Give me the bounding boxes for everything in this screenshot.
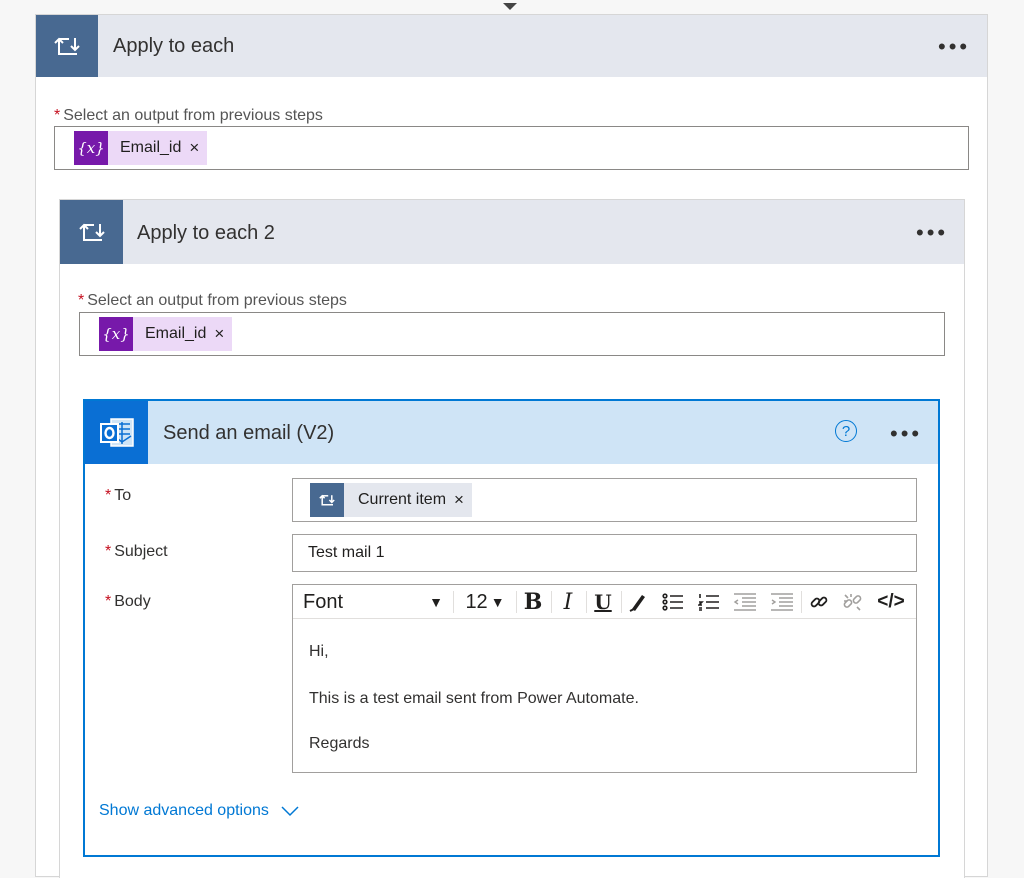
more-options-button[interactable]: ••• [916, 222, 948, 244]
outlook-icon [85, 401, 148, 464]
remove-token-button[interactable]: × [189, 138, 207, 158]
chevron-down-icon [281, 806, 299, 817]
increase-indent-icon[interactable] [768, 585, 796, 619]
apply-to-each-header[interactable]: Apply to each ••• [36, 15, 987, 77]
bold-button[interactable]: B [519, 585, 547, 619]
link-icon[interactable] [805, 585, 833, 619]
decrease-indent-icon[interactable] [731, 585, 759, 619]
email-id-token[interactable]: {x} Email_id × [74, 131, 208, 165]
bulleted-list-icon[interactable] [659, 585, 687, 619]
variable-icon: {x} [99, 317, 133, 351]
card-title: Send an email (V2) [163, 422, 335, 444]
to-label: * To [105, 487, 132, 504]
to-input[interactable]: Current item × [292, 478, 917, 522]
body-line[interactable]: This is a test email sent from Power Aut… [309, 690, 639, 708]
subject-label: * Subject [105, 543, 168, 560]
numbered-list-icon[interactable] [695, 585, 723, 619]
subject-input[interactable]: Test mail 1 [292, 534, 917, 572]
loop-icon [310, 483, 344, 517]
remove-token-button[interactable]: × [454, 490, 472, 510]
loop-icon [36, 15, 98, 77]
select-output-input[interactable]: {x} Email_id × [79, 312, 945, 356]
body-line[interactable]: Regards [309, 735, 369, 753]
variable-icon: {x} [74, 131, 108, 165]
more-options-button[interactable]: ••• [938, 36, 970, 58]
show-advanced-options-link[interactable]: Show advanced options [99, 802, 299, 820]
card-title: Apply to each 2 [137, 222, 275, 244]
font-family-select[interactable]: Font ▼ [303, 585, 443, 619]
remove-token-button[interactable]: × [214, 324, 232, 344]
subject-value: Test mail 1 [308, 544, 385, 561]
italic-button[interactable]: I [554, 585, 582, 619]
token-label: Email_id [120, 139, 182, 156]
select-output-label: * Select an output from previous steps [78, 292, 347, 309]
select-output-label: * Select an output from previous steps [54, 107, 323, 124]
send-email-card: Send an email (V2) ? ••• * To Current it… [83, 399, 940, 857]
connector-arrow-icon [503, 3, 517, 10]
body-editor: Font ▼ 12 ▼ B I U </> Hi, This is a test… [292, 584, 917, 773]
code-view-button[interactable]: </> [873, 585, 909, 619]
apply-to-each-2-card: Apply to each 2 ••• * Select an output fr… [59, 199, 965, 878]
email-id-token[interactable]: {x} Email_id × [99, 317, 233, 351]
select-output-input[interactable]: {x} Email_id × [54, 126, 969, 170]
underline-button[interactable]: U [589, 585, 617, 619]
token-label: Current item [358, 491, 447, 508]
apply-to-each-card: Apply to each ••• * Select an output from… [35, 14, 988, 878]
send-email-header[interactable]: Send an email (V2) ? ••• [85, 401, 938, 464]
token-label: Email_id [145, 325, 207, 342]
more-options-button[interactable]: ••• [890, 423, 922, 445]
unlink-icon[interactable] [839, 585, 867, 619]
chevron-down-icon: ▼ [429, 594, 443, 610]
apply-to-each-2-header[interactable]: Apply to each 2 ••• [60, 200, 964, 264]
body-label: * Body [105, 593, 151, 610]
chevron-down-icon: ▼ [490, 594, 505, 610]
current-item-token[interactable]: Current item × [310, 483, 472, 517]
body-toolbar: Font ▼ 12 ▼ B I U </> [293, 585, 916, 619]
font-size-select[interactable]: 12 ▼ [461, 585, 509, 619]
card-title: Apply to each [113, 35, 235, 57]
help-icon[interactable]: ? [835, 420, 857, 442]
body-line[interactable]: Hi, [309, 643, 329, 661]
text-color-icon[interactable] [625, 585, 651, 619]
loop-icon [60, 200, 123, 264]
